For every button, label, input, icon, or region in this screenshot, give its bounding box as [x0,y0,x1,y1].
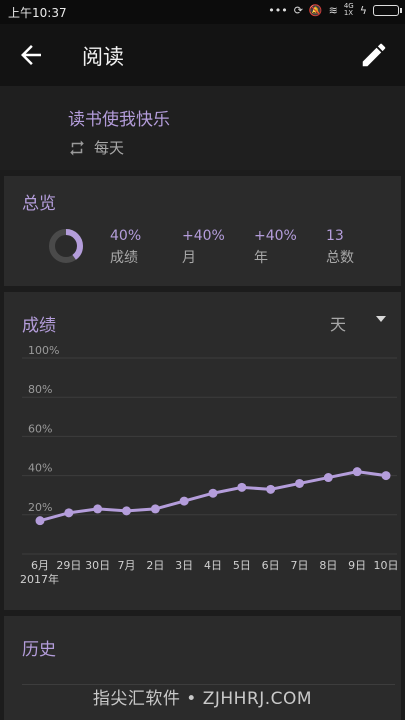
network-sub: 1X [343,9,354,17]
stat-year: +40% 年 [254,228,297,267]
edit-pencil-icon[interactable] [359,40,389,70]
score-data-point [323,473,333,483]
x-tick-label: 7月 [118,559,136,572]
stat-value: +40% [254,228,297,244]
stat-label: 总数 [326,250,354,266]
score-data-point [381,471,391,481]
more-dots-icon: ••• [268,3,288,17]
y-tick-label: 100% [28,344,59,357]
status-icons: ••• ⟳ 🔕 ≋ 4G 1X ϟ [268,3,402,17]
score-data-point [35,516,45,526]
y-tick-label: 80% [28,383,52,396]
x-tick-label: 29日 [56,559,81,572]
score-chart-card: 100% 80% 60% 40% 20% 6月 29日 30日 7月 2日 3日 4日 5日 6日 7日 8日… [4,292,401,610]
score-data-point [64,508,74,518]
x-tick-label: 5日 [233,559,251,572]
stat-value: +40% [182,228,225,244]
score-data-point [122,506,131,516]
score-data-point [266,484,276,494]
battery-icon [373,4,402,16]
frequency-label: 每天 [94,139,125,157]
wifi-icon: ≋ [328,3,338,17]
score-data-point [150,504,160,514]
x-year-label: 2017年 [20,572,59,586]
x-tick-label: 30日 [85,559,110,572]
score-line-chart: 100% 80% 60% 40% 20% 6月 29日 30日 7月 2日 3日 4日 5日 6日 7日 8日… [20,344,399,586]
history-title: 历史 [22,640,56,660]
period-selector[interactable]: 天 [330,311,346,335]
habit-header: 读书使我快乐 每天 [0,86,405,170]
network-icon: 4G 1X [344,3,354,17]
mute-bell-icon: 🔕 [308,3,323,17]
overview-title: 总览 [22,194,56,214]
watermark-text: 指尖汇软件 • ZJHHRJ.COM [92,689,313,709]
stat-total: 13 总数 [326,228,354,267]
y-tick-label: 20% [28,501,52,514]
stat-label: 月 [182,250,196,266]
score-data-point [179,496,189,506]
habit-name: 读书使我快乐 [68,110,170,130]
stat-score: 40% 成绩 [110,228,141,267]
page-title: 阅读 [82,45,124,69]
stat-month: +40% 月 [182,228,225,267]
x-tick-label: 3日 [175,559,193,572]
x-tick-label: 6月 [31,559,49,572]
stat-label: 年 [254,250,268,266]
app-bar: 阅读 [0,24,405,86]
x-tick-label: 2日 [146,559,164,572]
y-tick-label: 60% [28,422,52,435]
back-arrow-icon[interactable] [16,40,46,70]
charging-icon: ϟ [359,3,367,17]
habit-frequency: 每天 [68,137,124,158]
repeat-icon [70,140,84,155]
chart-title: 成绩 [22,316,56,336]
status-time: 上午10:37 [8,6,67,20]
score-data-point [295,478,304,488]
x-tick-label: 7日 [291,559,309,572]
overview-card: 总览 40% 成绩 +40% 月 +40% 年 13 总数 [4,176,401,286]
x-tick-label: 9日 [348,559,366,572]
score-data-point [352,467,362,477]
x-tick-label: 10日 [374,559,399,572]
y-tick-label: 40% [28,462,52,475]
x-tick-label: 4日 [204,559,222,572]
stat-value: 40% [110,228,142,244]
stat-value: 13 [326,228,344,244]
dropdown-arrow-icon[interactable] [376,316,386,322]
sync-icon: ⟳ [293,3,303,17]
score-ring [49,229,83,263]
x-tick-label: 6日 [262,559,280,572]
score-data-point [208,488,218,498]
score-data-point [93,504,103,514]
status-bar: 上午10:37 ••• ⟳ 🔕 ≋ 4G 1X ϟ [0,0,405,24]
stat-label: 成绩 [110,250,138,266]
x-tick-label: 8日 [319,559,337,572]
score-data-point [237,482,247,492]
